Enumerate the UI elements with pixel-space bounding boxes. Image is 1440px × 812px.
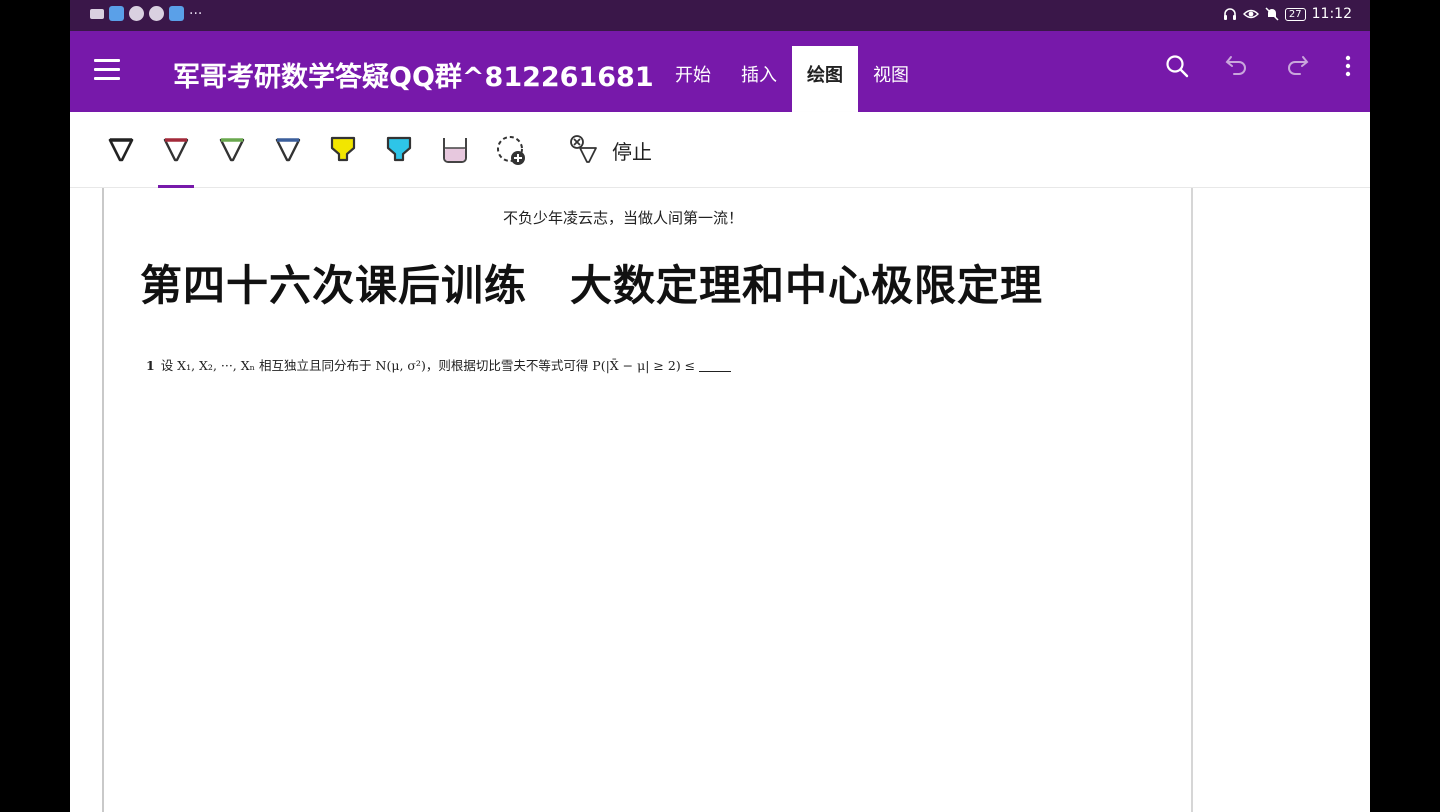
hamburger-menu-icon[interactable]: [94, 59, 120, 81]
highlighter-pink-icon[interactable]: [440, 134, 470, 166]
tab-draw[interactable]: 绘图: [792, 46, 858, 112]
highlighter-yellow-icon[interactable]: [328, 134, 358, 166]
notification-overflow: ···: [189, 5, 203, 22]
onenote-screen: ··· 27 11:12 军哥考研数学答疑QQ群^812261681 开始 插入…: [70, 0, 1370, 812]
page-heading: 第四十六次课后训练 大数定理和中心极限定理: [140, 261, 1044, 310]
more-icon[interactable]: [1344, 54, 1352, 78]
stop-pen-icon: [570, 135, 597, 163]
notebook-title: 军哥考研数学答疑QQ群^812261681: [173, 62, 654, 93]
search-app-icon: [169, 6, 184, 21]
ribbon-tabs: 开始 插入 绘图 视图: [660, 46, 924, 112]
stop-drawing-button[interactable]: 停止: [568, 134, 652, 166]
question-1: 1 设 X₁, X₂, ···, Xₙ 相互独立且同分布于 N(μ, σ²)，则根…: [146, 355, 732, 374]
pen-green-icon[interactable]: [217, 134, 247, 166]
answer-blank: [699, 371, 732, 372]
camera-icon: [90, 8, 104, 19]
pen-blue-icon[interactable]: [273, 134, 303, 166]
status-bar: ··· 27 11:12: [70, 0, 1370, 31]
app-icon: [149, 6, 164, 21]
redo-icon[interactable]: [1284, 53, 1310, 79]
undo-icon[interactable]: [1224, 53, 1250, 79]
lasso-add-icon[interactable]: [495, 134, 525, 166]
page-border-left: [102, 188, 104, 812]
status-bar-left: ···: [90, 6, 202, 21]
stop-drawing-label: 停止: [612, 139, 652, 164]
clock: 11:12: [1311, 6, 1352, 22]
status-bar-right: 27 11:12: [1223, 6, 1352, 22]
tab-view[interactable]: 视图: [858, 46, 924, 112]
app-bar: 军哥考研数学答疑QQ群^812261681 开始 插入 绘图 视图: [70, 31, 1370, 112]
question-text: 设 X₁, X₂, ···, Xₙ 相互独立且同分布于 N(μ, σ²)，则根据…: [160, 358, 696, 373]
page-motto: 不负少年凌云志，当做人间第一流！: [503, 209, 744, 227]
headphones-icon: [1223, 8, 1236, 20]
search-icon[interactable]: [1164, 53, 1190, 79]
tab-insert[interactable]: 插入: [726, 46, 792, 112]
page-canvas[interactable]: 不负少年凌云志，当做人间第一流！ 第四十六次课后训练 大数定理和中心极限定理 1…: [70, 188, 1370, 812]
app-bar-actions: [1164, 53, 1352, 79]
page-border-right: [1191, 188, 1193, 812]
wechat-icon: [129, 6, 144, 21]
tab-home[interactable]: 开始: [660, 46, 726, 112]
eye-icon: [1242, 9, 1259, 19]
map-pin-icon: [109, 6, 124, 21]
draw-toolbar: 停止: [70, 112, 1370, 188]
pen-black-icon[interactable]: [106, 134, 136, 166]
pen-red-icon[interactable]: [161, 134, 191, 166]
battery-indicator: 27: [1284, 7, 1306, 21]
highlighter-cyan-icon[interactable]: [384, 134, 414, 166]
question-number: 1: [146, 358, 155, 373]
mute-bell-icon: [1265, 7, 1279, 21]
